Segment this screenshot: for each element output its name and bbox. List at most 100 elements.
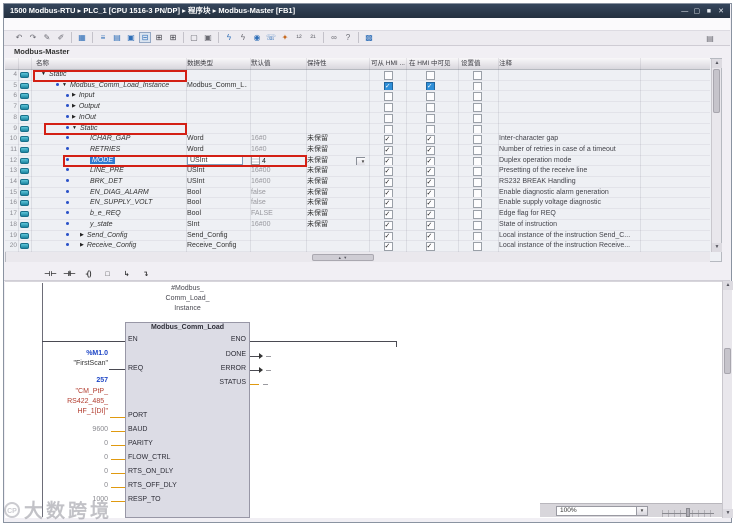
retain-cell[interactable]: 未保留 <box>307 198 365 208</box>
canvas-vertical-scrollbar[interactable]: ▲ ▼ <box>722 281 733 518</box>
comment-cell[interactable]: RS232 BREAK Handling <box>499 177 709 187</box>
table-row[interactable]: 18 y_state SInt 16#00 未保留 State of instructio… <box>5 219 710 231</box>
comment-cell[interactable]: Presetting of the receive line <box>499 166 709 176</box>
checkbox[interactable] <box>425 178 435 187</box>
table-row[interactable]: 10 ICHAR_GAP Word 16#0 未保留 Inter-character ga… <box>5 134 710 145</box>
data-type-cell[interactable]: Bool <box>187 198 247 208</box>
name-cell[interactable]: ▶ Input <box>32 91 220 101</box>
pin-value[interactable]: 0 <box>52 468 108 475</box>
checkbox[interactable] <box>425 124 435 134</box>
browse-icon[interactable] <box>251 155 260 165</box>
checkbox[interactable] <box>472 124 482 134</box>
pin-value[interactable]: 0 <box>52 454 108 461</box>
checkbox[interactable] <box>383 220 393 230</box>
copy-start-to-snapshot-icon[interactable]: ²¹ <box>307 32 319 43</box>
open-branch-icon[interactable]: ↳ <box>118 268 134 281</box>
checkbox[interactable] <box>425 242 435 251</box>
data-type-cell[interactable]: USInt <box>187 155 243 165</box>
default-value-cell[interactable]: 16#00 <box>251 166 303 176</box>
expander-icon[interactable]: ▼ <box>41 70 46 80</box>
table-row[interactable]: 17 b_e_REQ Bool FALSE 未保留 Edge flag for REQ <box>5 209 710 220</box>
checkbox[interactable] <box>425 156 435 166</box>
pin-value[interactable]: 0 <box>52 440 108 447</box>
retain-cell[interactable]: 未保留 ▼ <box>307 156 365 166</box>
name-cell[interactable]: ▶ Output <box>32 102 220 112</box>
name-cell[interactable]: ▶ InOut <box>32 113 220 123</box>
collapse-all-icon[interactable]: ▤ <box>111 32 123 43</box>
table-row[interactable]: 14 BRK_DET USInt 16#00 未保留 RS232 BREAK Handli… <box>5 177 710 188</box>
expander-icon[interactable]: ▼ <box>72 124 77 134</box>
default-value-cell[interactable]: 4 <box>251 155 303 166</box>
data-type-cell[interactable]: USInt <box>187 177 247 187</box>
retain-cell[interactable]: 未保留 <box>307 188 365 198</box>
checkbox[interactable] <box>472 156 482 166</box>
checkbox[interactable] <box>472 113 482 123</box>
pin-value[interactable]: 1000 <box>52 496 108 503</box>
comment-cell[interactable]: State of instruction <box>499 220 709 230</box>
checkbox[interactable] <box>425 113 435 123</box>
comment-cell[interactable]: Duplex operation mode <box>499 156 709 166</box>
default-value-cell[interactable]: false <box>251 198 303 208</box>
scroll-thumb[interactable] <box>713 69 720 113</box>
checkbox[interactable] <box>383 199 393 209</box>
expander-icon[interactable]: ▶ <box>72 113 76 123</box>
window-split-icon[interactable]: ▢ <box>188 32 200 43</box>
default-value-cell[interactable]: 16#0 <box>251 145 303 155</box>
default-value-cell[interactable]: false <box>251 188 303 198</box>
table-row[interactable]: 8 ▶ InOut <box>5 112 710 124</box>
default-value-cell[interactable]: 16#0 <box>251 134 303 144</box>
insert-row-icon[interactable]: ⊞ <box>153 32 165 43</box>
retain-cell[interactable]: 未保留 <box>307 134 365 144</box>
checkbox[interactable] <box>383 135 393 144</box>
checkbox[interactable] <box>472 231 482 241</box>
retain-combo-icon[interactable]: ▼ <box>356 156 365 166</box>
retain-cell[interactable]: 未保留 <box>307 145 365 155</box>
expand-all-icon[interactable]: ≡ <box>97 32 109 43</box>
checkbox[interactable] <box>425 145 435 155</box>
edit-snapshot-icon[interactable]: ✐ <box>55 32 67 43</box>
minimize-icon[interactable]: — <box>680 5 690 19</box>
scroll-down-icon[interactable]: ▼ <box>712 243 722 252</box>
checkbox[interactable] <box>383 145 393 155</box>
scroll-down-icon[interactable]: ▼ <box>723 509 733 518</box>
comment-cell[interactable]: Edge flag for REQ <box>499 209 709 219</box>
checkbox[interactable] <box>425 188 435 198</box>
comment-cell[interactable]: Inter-character gap <box>499 134 709 144</box>
checkbox[interactable] <box>383 71 393 80</box>
checkbox[interactable] <box>425 231 435 241</box>
table-vertical-scrollbar[interactable]: ▲ ▼ <box>711 59 722 252</box>
copy-snapshot-to-start-icon[interactable]: ¹² <box>293 32 305 43</box>
modify-values-icon[interactable]: ϟ <box>237 32 249 43</box>
data-type-cell[interactable]: Word <box>187 134 247 144</box>
checkbox[interactable] <box>425 199 435 209</box>
snapshot-icon[interactable]: ◉ <box>251 32 263 43</box>
checkbox[interactable] <box>383 242 393 251</box>
checkbox[interactable] <box>472 167 482 177</box>
empty-box-icon[interactable]: □ <box>99 268 115 281</box>
zoom-slider-thumb[interactable] <box>686 508 690 517</box>
checkbox[interactable] <box>425 220 435 230</box>
table-row[interactable]: 6 ▶ Input <box>5 91 710 103</box>
block-interface-icon[interactable]: ▦ <box>76 32 88 43</box>
data-type-cell[interactable]: Modbus_Comm_L... <box>187 81 247 91</box>
operand-req-name[interactable]: "FirstScan" <box>44 360 108 367</box>
data-type-cell[interactable]: Bool <box>187 209 247 219</box>
redo-icon[interactable]: ↷ <box>27 32 39 43</box>
operand-req-address[interactable]: %M1.0 <box>48 350 108 357</box>
checkbox[interactable] <box>472 103 482 112</box>
checkbox[interactable] <box>383 103 393 112</box>
maximize-icon[interactable]: ■ <box>704 5 714 19</box>
name-cell[interactable]: ▼ Static <box>32 70 195 80</box>
operand-port-name[interactable]: RS422_485_ <box>44 398 108 405</box>
checkbox[interactable] <box>472 145 482 155</box>
expander-icon[interactable]: ▶ <box>80 231 84 241</box>
data-type-cell[interactable]: USInt <box>187 166 247 176</box>
chevron-down-icon[interactable]: ▼ <box>636 507 647 515</box>
table-row[interactable]: 9 ▼ Static <box>5 123 710 135</box>
checkbox[interactable] <box>472 188 482 198</box>
coil-icon[interactable]: -( ) <box>80 268 96 281</box>
window-float-icon[interactable]: ▣ <box>202 32 214 43</box>
comment-cell[interactable]: Enable supply voltage diagnostic <box>499 198 709 208</box>
data-type-cell[interactable]: SInt <box>187 220 247 230</box>
grid-view-icon[interactable]: ▩ <box>363 32 375 43</box>
